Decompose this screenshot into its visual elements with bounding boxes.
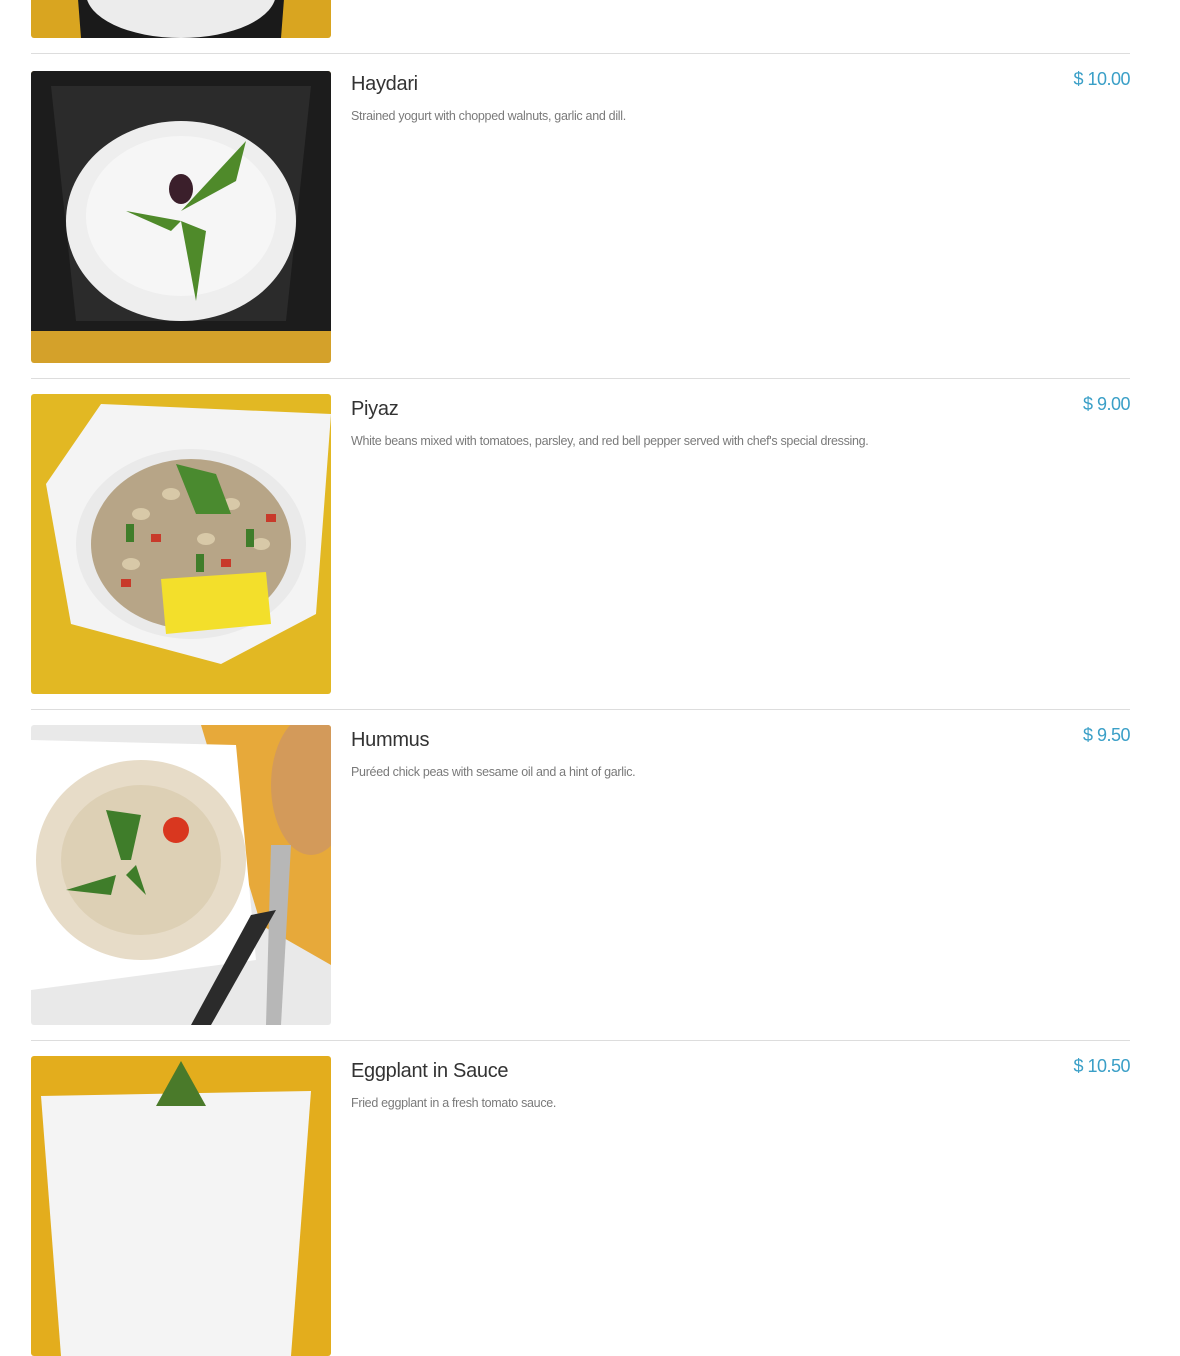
divider [31,378,1130,379]
menu-item[interactable]: Haydari Strained yogurt with chopped wal… [31,69,1130,363]
item-description: Strained yogurt with chopped walnuts, ga… [351,109,626,123]
divider [31,709,1130,710]
item-price: $ 10.00 [1073,69,1130,89]
menu-item[interactable] [31,0,1130,38]
item-description: White beans mixed with tomatoes, parsley… [351,434,869,448]
yogurt-dish-photo[interactable] [31,0,331,38]
bean-salad-photo[interactable] [31,394,331,694]
item-name: Piyaz [351,398,399,420]
yogurt-dish-photo[interactable] [31,71,331,363]
item-name: Hummus [351,729,430,751]
item-price: $ 9.50 [1082,725,1131,745]
menu-item[interactable]: Hummus Puréed chick peas with sesame oil… [31,725,1131,1025]
menu-item[interactable]: Eggplant in Sauce Fried eggplant in a fr… [31,1056,1130,1356]
eggplant-dish-photo[interactable] [31,1056,331,1356]
menu-item[interactable]: Piyaz White beans mixed with tomatoes, p… [31,394,1131,694]
item-description: Puréed chick peas with sesame oil and a … [351,765,636,779]
item-description: Fried eggplant in a fresh tomato sauce. [351,1096,557,1110]
item-name: Eggplant in Sauce [351,1060,509,1082]
divider [31,53,1130,54]
item-name: Haydari [351,73,418,95]
divider [31,1040,1130,1041]
item-price: $ 10.50 [1073,1056,1130,1076]
hummus-photo[interactable] [31,725,331,1025]
item-price: $ 9.00 [1082,394,1131,414]
